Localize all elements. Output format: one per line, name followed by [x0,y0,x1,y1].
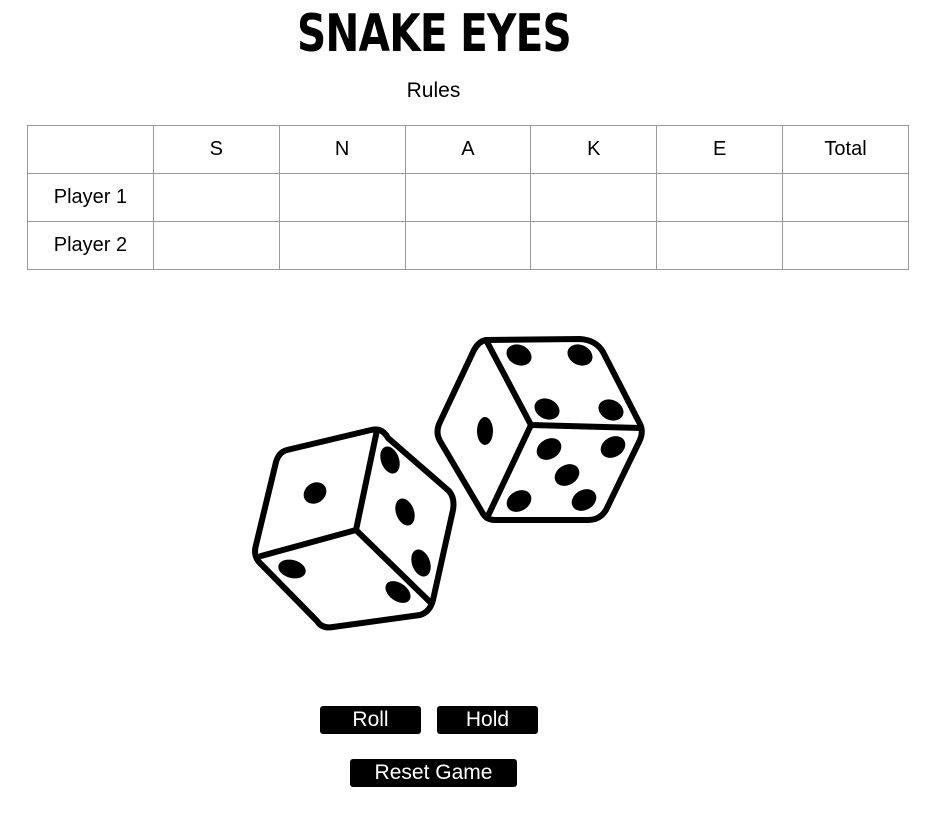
roll-button[interactable]: Roll [320,706,421,734]
header-cell-k: K [530,125,658,174]
player-2-total [782,221,909,270]
player-2-score-n [278,221,406,270]
hold-button[interactable]: Hold [437,706,538,734]
header-cell-blank [27,125,154,174]
player-2-score-s [152,221,280,270]
player-1-row: Player 1 [27,173,909,222]
rules-link[interactable]: Rules [0,78,867,104]
header-cell-total: Total [782,125,909,174]
player-2-score-k [530,221,658,270]
player-1-score-s [152,173,280,222]
player-2-row: Player 2 [27,221,909,270]
player-1-score-k [530,173,658,222]
player-1-label: Player 1 [27,173,154,222]
scoreboard-table: S N A K E Total Player 1 Player 2 [27,125,909,270]
reset-game-button[interactable]: Reset Game [350,759,517,787]
player-2-label: Player 2 [27,221,154,270]
header-cell-n: N [278,125,406,174]
player-1-score-n [278,173,406,222]
two-dice-icon [252,336,645,631]
player-1-score-a [404,173,532,222]
player-1-score-e [656,173,784,222]
game-title: SNAKE EYES [296,4,572,64]
header-cell-s: S [152,125,280,174]
player-1-total [782,173,909,222]
header-cell-e: E [656,125,784,174]
player-2-score-a [404,221,532,270]
header-cell-a: A [404,125,532,174]
player-2-score-e [656,221,784,270]
scoreboard-header-row: S N A K E Total [27,125,909,174]
